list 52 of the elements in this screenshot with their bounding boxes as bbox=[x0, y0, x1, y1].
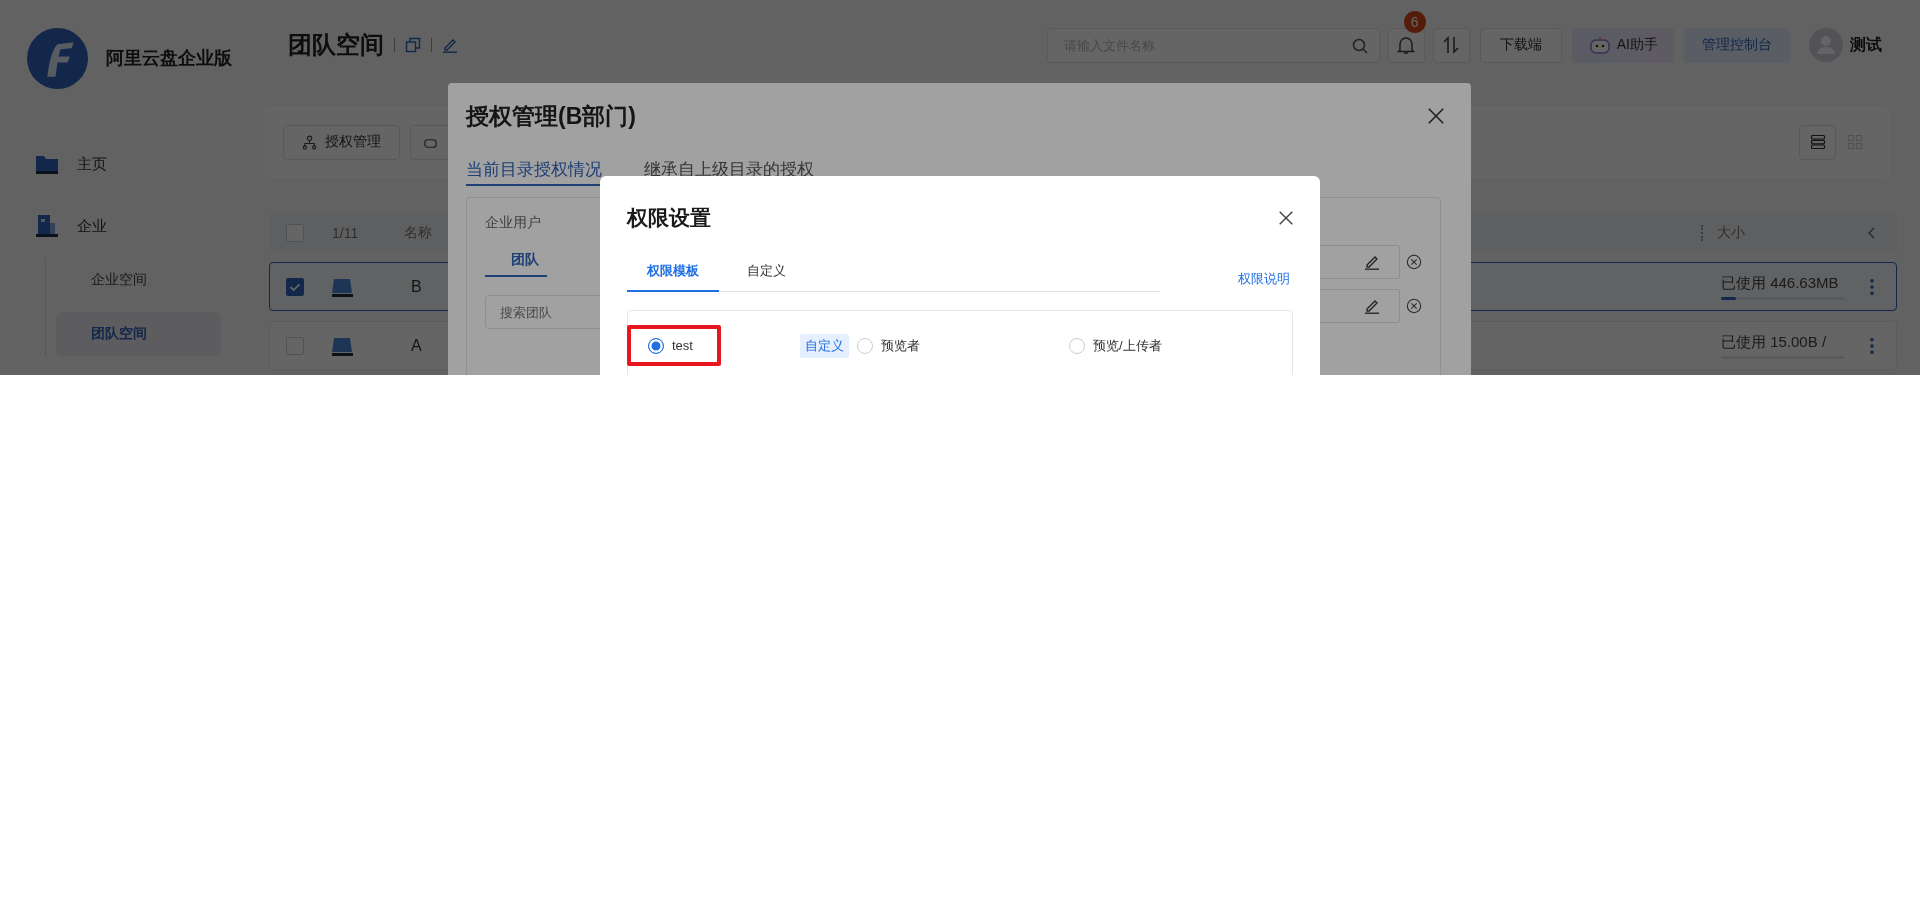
brand-name: 阿里云盘企业版 bbox=[106, 47, 232, 70]
folder-icon bbox=[36, 153, 58, 175]
list-icon bbox=[1809, 134, 1826, 150]
remove-icon[interactable] bbox=[1406, 298, 1422, 314]
download-button[interactable]: 下载端 bbox=[1479, 27, 1562, 63]
pencil-icon[interactable] bbox=[1364, 254, 1380, 270]
close-icon[interactable] bbox=[1427, 107, 1445, 125]
nav-item[interactable]: 主页 bbox=[0, 142, 250, 186]
tag: 自定义 bbox=[800, 333, 849, 358]
tab[interactable]: 自定义 bbox=[719, 262, 814, 292]
dialog-title: 权限设置 bbox=[627, 205, 711, 231]
ai-assistant-button[interactable]: AI助手 bbox=[1571, 27, 1674, 63]
radio-button[interactable] bbox=[648, 337, 664, 354]
drive-icon bbox=[331, 276, 353, 297]
close-icon[interactable] bbox=[1277, 209, 1295, 227]
user-name: 测试 bbox=[1850, 34, 1882, 55]
row-checkbox[interactable] bbox=[286, 277, 304, 296]
nav-item[interactable]: 团队空间 bbox=[56, 312, 221, 356]
org-chart-icon bbox=[302, 134, 317, 150]
nav-item[interactable]: 企业空间 bbox=[56, 258, 221, 302]
option-label: test bbox=[672, 338, 693, 353]
folder-name: B bbox=[411, 277, 422, 296]
option-label: 预览/上传者 bbox=[1093, 336, 1162, 355]
folder-name: A bbox=[411, 336, 422, 355]
more-icon[interactable] bbox=[1869, 336, 1875, 355]
more-icon[interactable] bbox=[1869, 277, 1875, 296]
building-icon bbox=[36, 215, 58, 237]
usage-text: 已使用 15.00B / bbox=[1721, 332, 1828, 352]
admin-console-button[interactable]: 管理控制台 bbox=[1684, 27, 1790, 63]
search-icon[interactable] bbox=[1351, 37, 1368, 54]
tab[interactable]: 团队 bbox=[485, 251, 547, 277]
list-view-button[interactable] bbox=[1799, 124, 1836, 160]
remove-icon[interactable] bbox=[1406, 254, 1422, 270]
robot-icon bbox=[1588, 35, 1611, 55]
pencil-icon[interactable] bbox=[1364, 298, 1380, 314]
option-label: 预览者 bbox=[881, 336, 920, 355]
usage-text: 已使用 446.63MB bbox=[1721, 273, 1840, 293]
help-link[interactable]: 权限说明 bbox=[1238, 270, 1290, 288]
logo-icon bbox=[27, 27, 88, 89]
nav-item[interactable]: 企业 bbox=[0, 204, 250, 248]
drive-icon bbox=[331, 335, 353, 356]
page-title: 团队空间 bbox=[288, 30, 384, 60]
dialog-title: 授权管理(B部门) bbox=[466, 101, 636, 131]
notification-button[interactable] bbox=[1387, 27, 1425, 63]
bell-icon bbox=[1396, 35, 1417, 55]
panel-title: 企业用户 bbox=[485, 213, 541, 232]
copy-icon[interactable] bbox=[405, 37, 421, 53]
tab[interactable]: 权限模板 bbox=[627, 262, 719, 292]
chevron-left-icon[interactable] bbox=[1867, 225, 1877, 240]
auth-management-button[interactable]: 授权管理 bbox=[283, 124, 400, 160]
transfer-button[interactable] bbox=[1432, 27, 1470, 63]
notification-badge: 6 bbox=[1403, 10, 1426, 33]
